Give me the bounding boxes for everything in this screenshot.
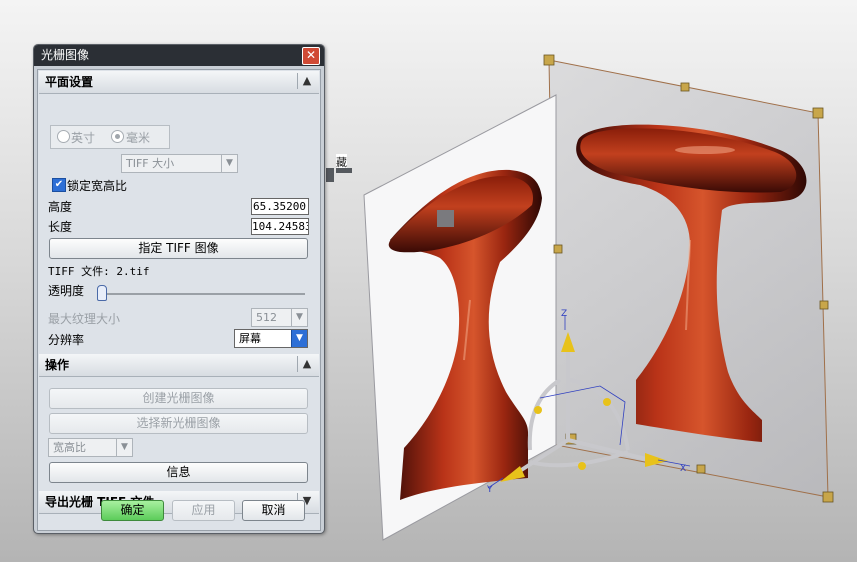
chevron-down-icon: ▼ [291,309,307,326]
cancel-button[interactable]: 取消 [242,500,305,521]
chevron-down-icon: ▼ [116,439,132,456]
lock-aspect-label: 锁定宽高比 [67,179,128,193]
create-raster-button[interactable]: 创建光栅图像 [49,388,308,409]
tiff-file-text: TIFF 文件: 2.tif [48,265,150,278]
transparency-slider-track[interactable] [100,293,305,295]
radio-inch-label: 英寸 [71,131,96,145]
select-new-raster-button[interactable]: 选择新光栅图像 [49,413,308,434]
specify-tiff-button[interactable]: 指定 TIFF 图像 [49,238,308,259]
resolution-select[interactable]: 屏幕 ▼ [234,329,308,348]
radio-inch[interactable] [57,130,70,143]
info-button[interactable]: 信息 [49,462,308,483]
operations-header[interactable]: 操作 ▲ [39,354,319,377]
apply-button[interactable]: 应用 [172,500,235,521]
handle-corner-tl [543,54,555,66]
transparency-label: 透明度 [48,284,85,298]
length-input[interactable]: 104.24583 [251,218,309,235]
handle-edge-bottom [696,464,706,474]
tiff-size-value: TIFF 大小 [126,157,175,170]
resolution-value: 屏幕 [239,332,261,345]
aspect-value: 宽高比 [53,441,86,454]
axis-label-x: X [680,464,686,474]
max-texture-label: 最大纹理大小 [48,312,121,326]
height-input[interactable]: 65.35200 [251,198,309,215]
max-texture-select[interactable]: 512 ▼ [251,308,308,327]
viewport-tab-marker [326,168,334,182]
plane-settings-header[interactable]: 平面设置 ▲ [39,71,319,94]
axis-label-y: Y [486,485,493,495]
plane-settings-title: 平面设置 [45,75,94,89]
axis-label-z: Z [561,309,567,319]
handle-edge-right [819,300,829,310]
lock-aspect-checkbox[interactable]: ✔ [52,178,66,192]
dialog-body: 平面设置 ▲ 英寸 毫米 TIFF 大小 ▼ ✔ 锁定宽高比 高度 65.352… [37,69,321,531]
aspect-select[interactable]: 宽高比 ▼ [48,438,133,457]
radio-mm[interactable] [111,130,124,143]
raster-image-dialog: 光栅图像 ✕ 平面设置 ▲ 英寸 毫米 TIFF 大小 ▼ ✔ 锁定宽高比 高度… [33,44,325,534]
max-texture-value: 512 [256,311,277,324]
chevron-up-icon[interactable]: ▲ [297,356,316,372]
marker-square [437,210,454,227]
handle-edge-top [680,82,690,92]
close-icon[interactable]: ✕ [302,47,320,65]
chevron-up-icon[interactable]: ▲ [297,73,316,89]
resolution-label: 分辨率 [48,333,85,347]
transparency-slider-thumb[interactable] [97,285,107,301]
radio-mm-label: 毫米 [126,131,151,145]
handle-corner-br [822,491,834,503]
viewport-bar [336,168,352,173]
chevron-down-icon: ▼ [291,330,307,347]
tiff-size-select[interactable]: TIFF 大小 ▼ [121,154,238,173]
ok-button[interactable]: 确定 [101,500,164,521]
dialog-titlebar[interactable]: 光栅图像 ✕ [34,45,324,66]
dialog-title: 光栅图像 [41,48,90,62]
height-label: 高度 [48,200,73,214]
handle-corner-tr [812,107,824,119]
chevron-down-icon: ▼ [221,155,237,172]
unit-radio-group: 英寸 毫米 [50,125,170,149]
handle-edge-left [553,244,563,254]
operations-title: 操作 [45,358,70,372]
length-label: 长度 [48,220,73,234]
